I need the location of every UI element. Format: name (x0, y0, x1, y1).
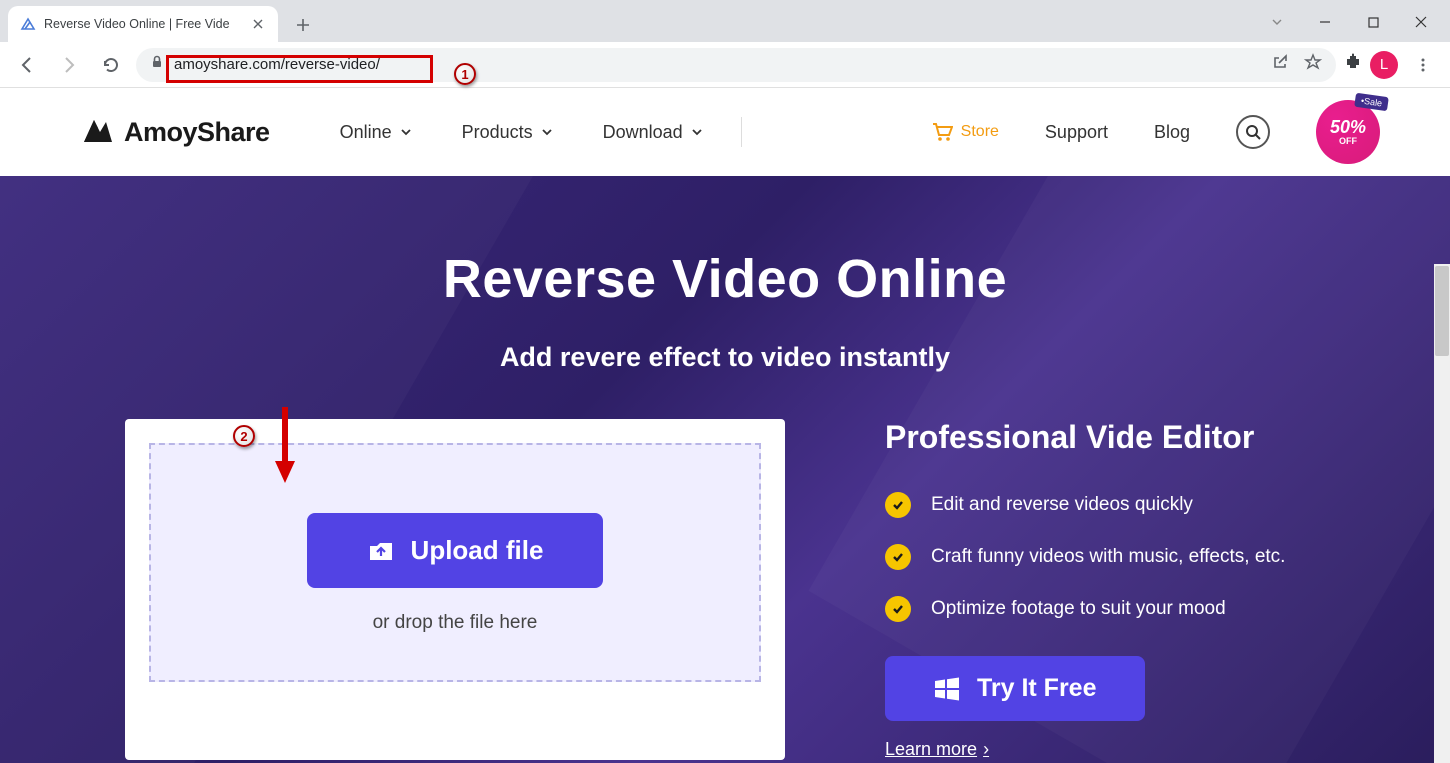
annotation-marker-1: 1 (454, 63, 476, 85)
chevron-right-icon: › (983, 739, 989, 760)
features-panel: Professional Vide Editor Edit and revers… (885, 419, 1325, 760)
tab-title: Reverse Video Online | Free Vide (44, 17, 242, 31)
logo[interactable]: AmoyShare (80, 116, 270, 149)
nav-products[interactable]: Products (462, 122, 553, 143)
nav-right: Store Support Blog •Sale 50% OFF (931, 100, 1380, 164)
dropdown-icon[interactable] (1254, 6, 1300, 38)
nav-divider (741, 117, 742, 147)
check-icon (885, 596, 911, 622)
browser-toolbar: amoyshare.com/reverse-video/ L (0, 42, 1450, 88)
close-icon[interactable] (250, 16, 266, 32)
favicon-icon (20, 16, 36, 32)
feature-text: Craft funny videos with music, effects, … (931, 546, 1285, 568)
hero-section: Reverse Video Online Add revere effect t… (0, 176, 1450, 763)
forward-button[interactable] (52, 48, 86, 82)
minimize-button[interactable] (1302, 6, 1348, 38)
chevron-down-icon (400, 126, 412, 138)
logo-icon (80, 116, 114, 149)
feature-text: Edit and reverse videos quickly (931, 494, 1193, 516)
upload-dropzone[interactable]: Upload file or drop the file here (149, 443, 761, 682)
search-button[interactable] (1236, 115, 1270, 149)
menu-icon[interactable] (1406, 48, 1440, 82)
site-header: AmoyShare Online Products Download Store… (0, 88, 1450, 176)
features-title: Professional Vide Editor (885, 419, 1325, 456)
hero-subtitle: Add revere effect to video instantly (0, 342, 1450, 373)
back-button[interactable] (10, 48, 44, 82)
feature-text: Optimize footage to suit your mood (931, 598, 1226, 620)
upload-card: 2 Upload file or drop the file here (125, 419, 785, 760)
new-tab-button[interactable] (288, 10, 318, 40)
tab-strip: Reverse Video Online | Free Vide (0, 0, 1450, 42)
close-window-button[interactable] (1398, 6, 1444, 38)
sale-percent: 50% (1330, 118, 1366, 136)
chevron-down-icon (691, 126, 703, 138)
nav-online[interactable]: Online (340, 122, 412, 143)
sale-badge[interactable]: •Sale 50% OFF (1316, 100, 1380, 164)
url-text: amoyshare.com/reverse-video/ (174, 56, 380, 73)
learn-more-link[interactable]: Learn more › (885, 739, 989, 760)
nav-download[interactable]: Download (603, 122, 703, 143)
feature-item: Craft funny videos with music, effects, … (885, 544, 1325, 570)
extensions-icon[interactable] (1344, 53, 1362, 76)
search-icon (1245, 124, 1261, 140)
maximize-button[interactable] (1350, 6, 1396, 38)
check-icon (885, 492, 911, 518)
window-controls (1254, 2, 1450, 42)
windows-icon (933, 676, 961, 702)
profile-avatar[interactable]: L (1370, 51, 1398, 79)
drop-text: or drop the file here (171, 612, 739, 634)
sale-tag: •Sale (1354, 93, 1389, 111)
upload-file-button[interactable]: Upload file (307, 513, 604, 588)
nav-store[interactable]: Store (931, 122, 999, 142)
cart-icon (931, 122, 953, 142)
check-icon (885, 544, 911, 570)
main-nav: Online Products Download (340, 122, 703, 143)
feature-item: Optimize footage to suit your mood (885, 596, 1325, 622)
nav-blog[interactable]: Blog (1154, 122, 1190, 143)
address-bar[interactable]: amoyshare.com/reverse-video/ (136, 48, 1336, 82)
logo-text: AmoyShare (124, 117, 270, 148)
lock-icon (150, 55, 164, 74)
reload-button[interactable] (94, 48, 128, 82)
annotation-arrow-icon (271, 405, 299, 489)
annotation-marker-2: 2 (233, 425, 255, 447)
sale-off: OFF (1339, 136, 1357, 146)
upload-icon (367, 539, 395, 563)
hero-title: Reverse Video Online (0, 248, 1450, 310)
browser-chrome: Reverse Video Online | Free Vide amoysha… (0, 0, 1450, 88)
nav-support[interactable]: Support (1045, 122, 1108, 143)
share-icon[interactable] (1272, 53, 1290, 76)
feature-item: Edit and reverse videos quickly (885, 492, 1325, 518)
try-free-button[interactable]: Try It Free (885, 656, 1145, 721)
chevron-down-icon (541, 126, 553, 138)
browser-tab[interactable]: Reverse Video Online | Free Vide (8, 6, 278, 42)
star-icon[interactable] (1304, 53, 1322, 76)
